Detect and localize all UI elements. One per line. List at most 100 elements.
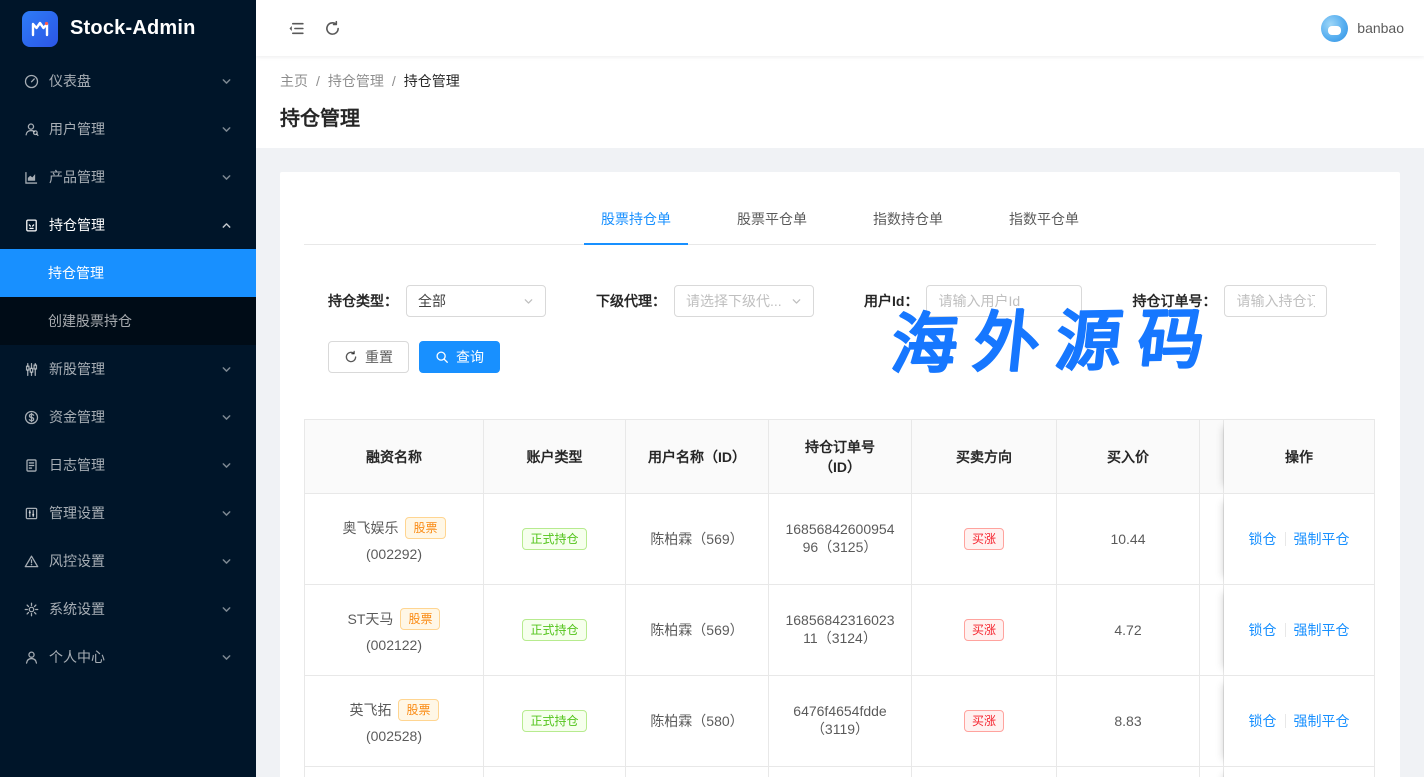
chevron-down-icon: [221, 76, 232, 87]
user-id-input[interactable]: [926, 285, 1082, 317]
col-header-order-no: 持仓订单号（ID）: [769, 419, 912, 494]
warning-triangle-icon: [24, 554, 39, 569]
cell-clipped: [1200, 585, 1224, 676]
sidebar-item-users[interactable]: 用户管理: [0, 105, 256, 153]
avatar: [1321, 15, 1348, 42]
sidebar-item-products[interactable]: 产品管理: [0, 153, 256, 201]
breadcrumb-item-positions[interactable]: 持仓管理: [328, 71, 384, 91]
cell-empty: [1224, 767, 1375, 777]
tab-stock-closed[interactable]: 股票平仓单: [720, 196, 824, 245]
page-header: 主页 / 持仓管理 / 持仓管理 持仓管理: [256, 56, 1424, 148]
sidebar-item-label: 管理设置: [49, 503, 221, 523]
cell-account-type: 正式持仓: [484, 676, 626, 767]
area-chart-icon: [24, 170, 39, 185]
cell-empty: [1057, 767, 1200, 777]
sidebar-item-label: 风控设置: [49, 551, 221, 571]
col-header-actions: 操作: [1224, 419, 1375, 494]
query-button[interactable]: 查询: [419, 341, 500, 373]
sidebar-item-label: 系统设置: [49, 599, 221, 619]
stock-code: (002122): [321, 637, 467, 653]
lock-position-link[interactable]: 锁仓: [1249, 531, 1277, 547]
breadcrumb-item-home[interactable]: 主页: [280, 71, 308, 91]
submenu-item-label: 创建股票持仓: [48, 311, 132, 331]
stock-code: (002292): [321, 546, 467, 562]
sidebar-item-positions[interactable]: 持仓管理: [0, 201, 256, 249]
dollar-circle-icon: [24, 410, 39, 425]
app-logo[interactable]: Stock-Admin: [0, 0, 256, 57]
content-area: 股票持仓单 股票平仓单 指数持仓单 指数平仓单 持仓类型： 全部 下级代理：: [256, 148, 1424, 777]
order-no-input[interactable]: [1224, 285, 1327, 317]
filter-agent: 下级代理： 请选择下级代...: [596, 285, 814, 317]
cell-direction: 买涨: [912, 676, 1057, 767]
submenu-item-create-stock-position[interactable]: 创建股票持仓: [0, 297, 256, 345]
force-close-link[interactable]: 强制平仓: [1294, 622, 1350, 638]
sidebar-item-risk-settings[interactable]: 风控设置: [0, 537, 256, 585]
chevron-down-icon: [221, 460, 232, 471]
reset-button[interactable]: 重置: [328, 341, 409, 373]
cell-stock-name: ST天马股票 (002122): [304, 585, 484, 676]
submenu-item-position-management[interactable]: 持仓管理: [0, 249, 256, 297]
gear-icon: [24, 602, 39, 617]
cell-account-type: 正式持仓: [484, 585, 626, 676]
direction-tag: 买涨: [964, 710, 1004, 732]
lock-position-link[interactable]: 锁仓: [1249, 713, 1277, 729]
user-menu[interactable]: banbao: [1321, 15, 1404, 42]
reload-icon[interactable]: [314, 10, 350, 46]
sidebar-item-system-settings[interactable]: 系统设置: [0, 585, 256, 633]
search-icon: [435, 350, 449, 364]
tab-index-positions[interactable]: 指数持仓单: [856, 196, 960, 245]
submenu-item-label: 持仓管理: [48, 263, 104, 283]
filter-user-id: 用户Id：: [864, 285, 1082, 317]
sidebar-item-label: 个人中心: [49, 647, 221, 667]
sidebar-item-new-stock[interactable]: 新股管理: [0, 345, 256, 393]
sidebar-menu: 仪表盘 用户管理 产品管理 持仓管理 持仓管理 创建股票持仓: [0, 57, 256, 681]
filter-position-type: 持仓类型： 全部: [328, 285, 546, 317]
filter-user-id-label: 用户Id：: [864, 291, 918, 311]
chevron-down-icon: [221, 172, 232, 183]
table-header-row: 融资名称 账户类型 用户名称（ID） 持仓订单号（ID） 买卖方向 买入价 操作: [304, 419, 1375, 494]
action-divider: [1285, 623, 1286, 637]
filter-agent-label: 下级代理：: [596, 291, 666, 311]
agent-select-placeholder: 请选择下级代...: [686, 291, 791, 311]
cell-user: 陈柏霖（569）: [626, 494, 769, 585]
main-area: banbao 主页 / 持仓管理 / 持仓管理 持仓管理 股票持仓单 股票平仓单…: [256, 0, 1424, 777]
chevron-down-icon: [221, 412, 232, 423]
position-type-select[interactable]: 全部: [406, 285, 546, 317]
position-type-value: 全部: [418, 291, 523, 311]
tab-stock-positions[interactable]: 股票持仓单: [584, 196, 688, 245]
sidebar-item-dashboard[interactable]: 仪表盘: [0, 57, 256, 105]
sidebar-item-admin-settings[interactable]: 管理设置: [0, 489, 256, 537]
positions-submenu: 持仓管理 创建股票持仓: [0, 249, 256, 345]
table-row-partial: [304, 767, 1375, 777]
direction-tag: 买涨: [964, 528, 1004, 550]
select-arrow-icon: [791, 296, 802, 307]
sidebar-item-profile[interactable]: 个人中心: [0, 633, 256, 681]
force-close-link[interactable]: 强制平仓: [1294, 531, 1350, 547]
agent-select[interactable]: 请选择下级代...: [674, 285, 814, 317]
stock-code: (002528): [321, 728, 467, 744]
cell-user: 陈柏霖（569）: [626, 585, 769, 676]
sidebar-item-funds[interactable]: 资金管理: [0, 393, 256, 441]
cell-direction: 买涨: [912, 494, 1057, 585]
cell-buy-price: 4.72: [1057, 585, 1200, 676]
chevron-down-icon: [221, 604, 232, 615]
table-row: ST天马股票 (002122) 正式持仓 陈柏霖（569） 1685684231…: [304, 585, 1375, 676]
cell-stock-name: 奥飞娱乐股票 (002292): [304, 494, 484, 585]
app-logo-icon: [22, 11, 58, 47]
lock-position-link[interactable]: 锁仓: [1249, 622, 1277, 638]
col-header-stock-name: 融资名称: [304, 419, 484, 494]
select-arrow-icon: [523, 296, 534, 307]
account-type-tag: 正式持仓: [522, 528, 586, 550]
sidebar-item-label: 日志管理: [49, 455, 221, 475]
position-box-icon: [24, 218, 39, 233]
tab-index-closed[interactable]: 指数平仓单: [992, 196, 1096, 245]
cell-empty: [912, 767, 1057, 777]
menu-fold-icon[interactable]: [278, 10, 314, 46]
account-type-tag: 正式持仓: [522, 619, 586, 641]
cell-empty: [626, 767, 769, 777]
tabs: 股票持仓单 股票平仓单 指数持仓单 指数平仓单: [304, 196, 1376, 245]
cell-empty: [769, 767, 912, 777]
filter-order-no: 持仓订单号：: [1132, 285, 1327, 317]
force-close-link[interactable]: 强制平仓: [1294, 713, 1350, 729]
sidebar-item-logs[interactable]: 日志管理: [0, 441, 256, 489]
